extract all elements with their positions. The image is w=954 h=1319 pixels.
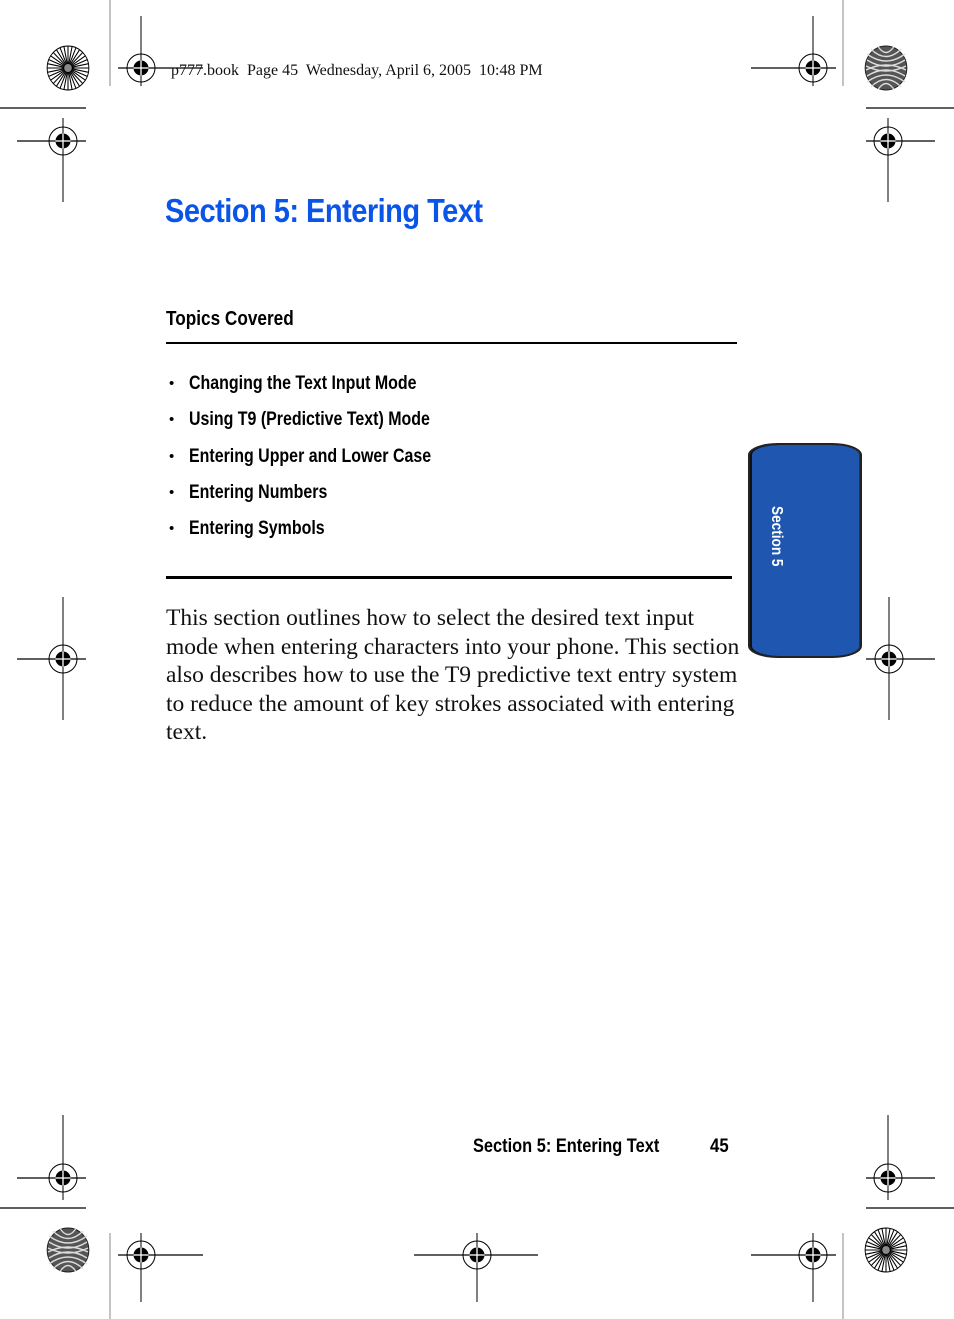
intro-paragraph: This section outlines how to select the …: [166, 605, 740, 746]
crosshair-target-icon: [751, 1233, 836, 1302]
starburst-target-icon: [46, 45, 90, 91]
print-slug-header: p777.book Page 45 Wednesday, April 6, 20…: [171, 62, 543, 79]
crosshair-target-icon: [118, 1233, 203, 1302]
divider-bottom: [166, 576, 732, 579]
crosshair-target-icon: [866, 1115, 935, 1200]
topic-item: • Using T9 (Predictive Text) Mode: [166, 406, 477, 442]
section-thumb-tab: [748, 443, 862, 658]
bullet-icon: •: [169, 411, 175, 429]
footer-page-number: 45: [710, 1135, 729, 1157]
crosshair-target-icon: [866, 597, 935, 720]
crosshair-target-icon: [17, 597, 86, 720]
crosshair-target-icon: [17, 118, 86, 202]
topic-label: Entering Numbers: [189, 481, 328, 503]
topic-label: Changing the Text Input Mode: [189, 373, 417, 394]
topic-item: • Entering Numbers: [166, 479, 477, 515]
topic-item: • Entering Symbols: [166, 515, 477, 551]
starburst-target-icon: [864, 1227, 908, 1273]
topics-list: • Changing the Text Input Mode • Using T…: [166, 370, 477, 551]
divider-top: [166, 342, 737, 344]
crosshair-target-icon: [866, 118, 935, 202]
topic-label: Entering Upper and Lower Case: [189, 445, 432, 467]
bullet-icon: •: [169, 520, 175, 538]
topic-item: • Entering Upper and Lower Case: [166, 443, 477, 479]
crosshair-target-icon: [414, 1233, 538, 1302]
bullet-icon: •: [169, 447, 175, 465]
page-title: Section 5: Entering Text: [165, 192, 483, 229]
footer-running-title: Section 5: Entering Text: [473, 1135, 660, 1157]
section-tab-label: Section 5: [768, 506, 785, 567]
moire-target-icon: [46, 1227, 90, 1273]
topic-item: • Changing the Text Input Mode: [166, 370, 477, 406]
bullet-icon: •: [169, 375, 175, 392]
topic-label: Entering Symbols: [189, 518, 325, 540]
crosshair-target-icon: [17, 1115, 86, 1200]
crosshair-target-icon: [751, 16, 836, 86]
topics-heading: Topics Covered: [166, 308, 294, 330]
topic-label: Using T9 (Predictive Text) Mode: [189, 409, 430, 431]
bullet-icon: •: [169, 483, 175, 501]
moire-target-icon: [864, 45, 908, 91]
